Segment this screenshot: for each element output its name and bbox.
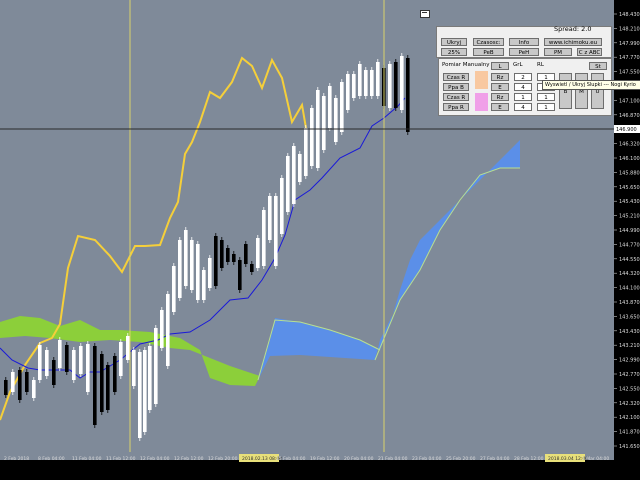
control-panel-top: Spread: 2.0 Ukryj Czasosc: 3 Info www.ic…	[436, 26, 612, 58]
y-tick-label: 147.990	[619, 41, 640, 47]
y-tick-label: 142.770	[619, 372, 640, 378]
small-button-m[interactable]: M	[575, 87, 588, 109]
y-tick-label: 144.550	[619, 257, 640, 263]
tooltip: Wyswietl / Ukryj Slupki --- Nogi Kyrio	[542, 80, 640, 90]
x-tick-label: 27 Feb 04:00	[480, 456, 510, 462]
y-tick-label: 141.870	[619, 430, 640, 436]
row4-v1[interactable]: 4	[514, 103, 532, 111]
y-tick-label: 145.650	[619, 185, 640, 191]
row1-mid[interactable]: Rz	[491, 73, 509, 81]
y-tick-label: 145.430	[619, 199, 640, 205]
y-tick-label: 144.100	[619, 286, 640, 292]
row3-v1[interactable]: 1	[514, 93, 532, 101]
y-tick-label: 146.320	[619, 142, 640, 148]
website-button[interactable]: www.ichimoku.eu	[544, 38, 602, 46]
row3-mid[interactable]: Rz	[491, 93, 509, 101]
top-panel-icon[interactable]	[420, 10, 430, 18]
row1-v1[interactable]: 2	[514, 73, 532, 81]
row3-v2[interactable]: 1	[537, 93, 555, 101]
x-tick-label: 19 Feb 12:00	[310, 456, 340, 462]
y-tick-label: 148.210	[619, 26, 640, 32]
y-tick-label: 147.100	[619, 98, 640, 104]
row4-v2[interactable]: 1	[537, 103, 555, 111]
y-tick-label: 146.870	[619, 113, 640, 119]
percent-button[interactable]: 25%	[441, 48, 467, 56]
row1-button[interactable]: Czas R	[443, 73, 469, 81]
small-button-b[interactable]: B	[559, 87, 572, 109]
x-tick-label: 12 Feb 12:00	[174, 456, 204, 462]
x-tick-label: 2 Feb 2018	[4, 456, 29, 462]
col-grl-label: GrL	[513, 62, 523, 68]
y-tick-label: 144.990	[619, 228, 640, 234]
pm-button[interactable]: PM	[544, 48, 572, 56]
y-tick-label: 143.870	[619, 300, 640, 306]
row2-mid[interactable]: E	[491, 83, 509, 91]
x-tick-label: 25 Feb 20:00	[446, 456, 476, 462]
window-icon	[422, 12, 427, 13]
x-tick-label: 21 Feb 04:00	[378, 456, 408, 462]
row4-mid[interactable]: E	[491, 103, 509, 111]
info-button[interactable]: Info	[509, 38, 539, 46]
peh-button[interactable]: PeH	[509, 48, 539, 56]
y-tick-label: 143.210	[619, 343, 640, 349]
x-tick-label: 8 Feb 04:00	[38, 456, 65, 462]
abc-button[interactable]: C z ABC	[577, 48, 602, 56]
y-tick-label: 142.100	[619, 415, 640, 421]
x-tick-label: 28 Feb 12:00	[514, 456, 544, 462]
row2-v1[interactable]: 4	[514, 83, 532, 91]
y-tick-label: 148.430	[619, 12, 640, 18]
peb-button[interactable]: PeB	[473, 48, 504, 56]
x-tick-label: 20 Feb 04:00	[344, 456, 374, 462]
x-tick-label: 23 Feb 04:00	[412, 456, 442, 462]
y-tick-label: 145.210	[619, 214, 640, 220]
row3-button[interactable]: Czas R	[443, 93, 469, 101]
current-price-label: 146.900	[616, 127, 637, 133]
y-tick-label: 147.550	[619, 70, 640, 76]
x-tick-label: 15 Feb 04:00	[276, 456, 306, 462]
y-tick-label: 146.100	[619, 156, 640, 162]
col-rl-label: RL	[537, 62, 544, 68]
y-tick-label: 142.990	[619, 358, 640, 364]
small-button-u[interactable]: U	[591, 87, 604, 109]
y-tick-label: 145.880	[619, 170, 640, 176]
y-tick-label: 142.320	[619, 401, 640, 407]
x-tick-label: 12 Feb 04:00	[140, 456, 170, 462]
current-price-tag: 146.900	[614, 125, 640, 133]
x-tick-label: 11 Feb 04:00	[72, 456, 102, 462]
row1-swatch[interactable]	[475, 71, 488, 89]
y-tick-label: 141.650	[619, 444, 640, 450]
y-tick-label: 144.770	[619, 242, 640, 248]
frequency-button[interactable]: Czasosc: 3	[473, 38, 504, 54]
col-l-button[interactable]: L	[491, 62, 509, 70]
x-tick-label: 11 Feb 12:00	[106, 456, 136, 462]
spread-label: Spread: 2.0	[554, 25, 592, 33]
y-tick-label: 142.550	[619, 386, 640, 392]
row2-button[interactable]: Ppa B	[443, 83, 469, 91]
y-tick-label: 143.430	[619, 329, 640, 335]
y-tick-label: 147.770	[619, 55, 640, 61]
row3-swatch[interactable]	[475, 93, 488, 111]
x-tick-label: 12 Feb 20:00	[208, 456, 238, 462]
hide-button[interactable]: Ukryj	[441, 38, 467, 46]
manual-title: Pomiar Manualny	[442, 62, 490, 68]
y-tick-label: 144.320	[619, 271, 640, 277]
y-tick-label: 143.650	[619, 314, 640, 320]
col-s-button[interactable]: St	[589, 62, 607, 70]
x-tick-label: 1 Mar 04:00	[582, 456, 609, 462]
row4-button[interactable]: Ppa R	[443, 103, 469, 111]
